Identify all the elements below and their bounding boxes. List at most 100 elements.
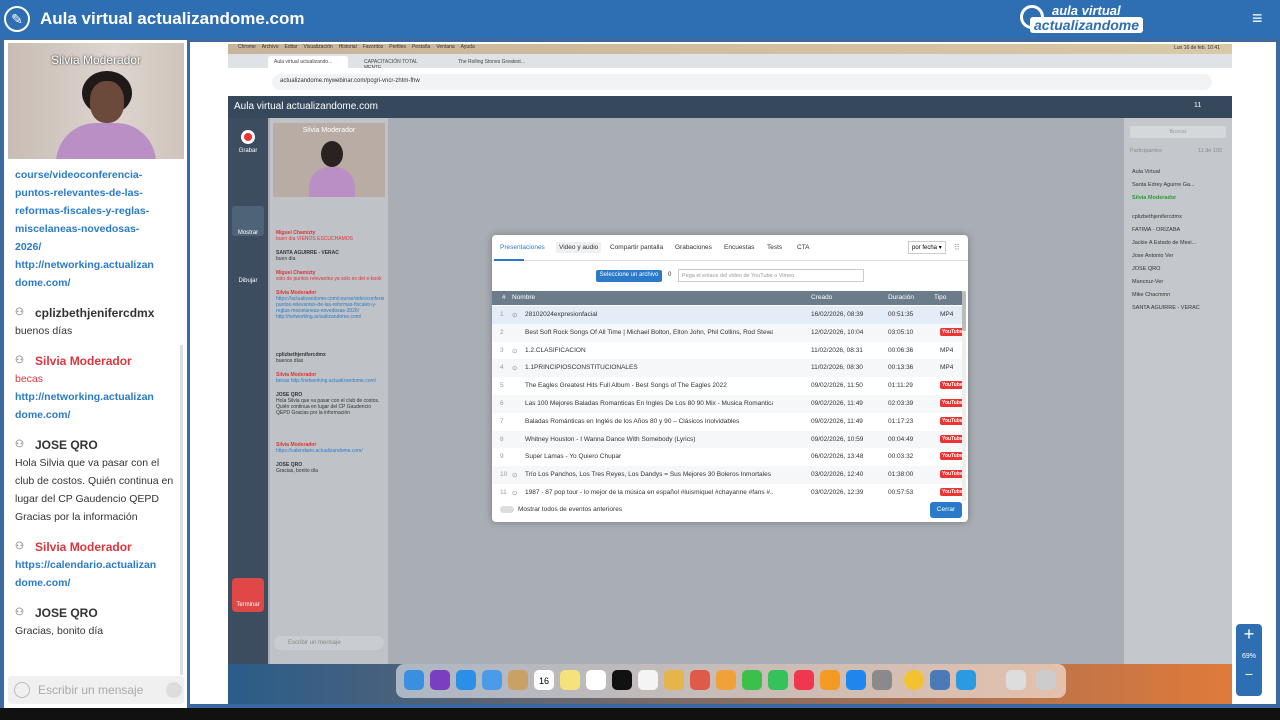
photos-icon[interactable] <box>716 670 736 690</box>
table-row[interactable]: 6 Las 100 Mejores Baladas Romanticas En I… <box>492 395 964 413</box>
row-number: 3 <box>500 346 504 354</box>
siri-icon[interactable] <box>430 670 450 690</box>
books-icon[interactable] <box>820 670 840 690</box>
chat-link[interactable]: http://networking.actualizan dome.com/ <box>15 256 180 292</box>
tab-cta[interactable]: CTA <box>797 244 810 251</box>
table-row[interactable]: 4 ⊙ 1.1PRINCIPIOSCONSTITUCIONALES 11/02/202… <box>492 359 964 378</box>
inner-chat-input[interactable]: Escribir un mensaje <box>274 636 384 650</box>
chat-scrollbar[interactable] <box>180 345 183 675</box>
end-button[interactable]: Terminar <box>228 602 268 608</box>
sort-select[interactable]: por fecha ▾ <box>908 241 946 254</box>
tab-compartir[interactable]: Compartir pantalla <box>610 244 663 251</box>
participant-item[interactable]: Mancruz-Ver <box>1132 276 1200 289</box>
launchpad-icon[interactable] <box>690 670 710 690</box>
freeform-icon[interactable] <box>586 670 606 690</box>
table-row[interactable]: 1 ⊙ 28102024expresionfacial 16/02/2026, 08:… <box>492 306 964 324</box>
mail-icon[interactable] <box>482 670 502 690</box>
zoom-control[interactable]: + 69% − <box>1236 624 1262 696</box>
participant-item[interactable]: Aula Virtual <box>1132 166 1200 179</box>
chat-link[interactable]: http://networking.actualizan dome.com/ <box>15 388 180 424</box>
row-duration: 02:03:39 <box>888 400 914 407</box>
safari-icon[interactable] <box>456 670 476 690</box>
facetime-icon[interactable] <box>768 670 788 690</box>
youtube-icon: YouTube <box>940 327 964 336</box>
show-button[interactable]: Mostrar <box>228 230 268 236</box>
finder-icon[interactable] <box>404 670 424 690</box>
draw-button[interactable]: Dibujar <box>228 278 268 284</box>
participant-item[interactable]: Silvia Moderador <box>1132 192 1200 205</box>
minus-icon[interactable]: − <box>1236 666 1262 682</box>
select-file-button[interactable]: Seleccione un archivo <box>596 270 662 282</box>
tv-icon[interactable] <box>612 670 632 690</box>
table-row[interactable]: 3 ⊙ 1.2.CLASIFICACION 11/02/2026, 08:31 00:0… <box>492 341 964 360</box>
row-number: 9 <box>500 453 504 461</box>
table-row[interactable]: 8 Whitney Houston - I Wanna Dance With So… <box>492 430 964 449</box>
row-duration: 01:11:29 <box>888 382 913 390</box>
participant-item[interactable]: JOSE QRO <box>1132 263 1200 276</box>
participant-item[interactable]: Jose Antonio Ver <box>1132 250 1200 263</box>
participant-item[interactable]: Santa Edrey Aguirre Ga... <box>1132 179 1200 192</box>
video-name-label: Silvia Moderador <box>50 53 142 67</box>
table-row[interactable]: 5 The Eagles Greatest Hits Full Album - B… <box>492 377 964 396</box>
table-row[interactable]: 11 ⊙ 1987 - 87 pop tour - lo mejor de la m… <box>492 484 964 500</box>
show-prev-toggle[interactable] <box>500 506 514 513</box>
quicktime-icon[interactable] <box>956 670 976 690</box>
record-button[interactable]: Grabar <box>228 148 268 154</box>
trash-icon[interactable] <box>1036 670 1056 690</box>
table-scrollbar[interactable] <box>962 291 966 501</box>
tab-tests[interactable]: Tests <box>767 244 782 251</box>
participant-item[interactable]: SANTA AGUIRRE - VERAC <box>1132 302 1200 315</box>
youtube-icon: YouTube <box>940 434 964 443</box>
row-created: 09/02/2026, 11:50 <box>811 382 863 390</box>
close-button[interactable]: Cerrar <box>930 502 962 518</box>
chat-message: becas <box>15 373 44 385</box>
reminders-icon[interactable] <box>638 670 658 690</box>
row-type: MP4 <box>940 364 954 372</box>
settings-icon[interactable] <box>872 670 892 690</box>
participant-item[interactable]: FATIMA - ORIZABA <box>1132 224 1200 237</box>
participant-item[interactable]: Jackie A Estado de Mexi... <box>1132 237 1200 250</box>
plus-icon[interactable]: + <box>1236 624 1262 645</box>
bottom-bar <box>0 708 1280 720</box>
browser-tab[interactable]: CAPACITACIÓN TOTAL MENTE... <box>358 56 438 71</box>
notes-icon[interactable] <box>560 670 580 690</box>
contacts-icon[interactable] <box>508 670 528 690</box>
pencil-icon[interactable]: ✎ <box>4 6 30 32</box>
chat-link[interactable]: course/videoconferencia- puntos-relevant… <box>15 166 180 256</box>
chat-link[interactable]: https://calendario.actualizan dome.com/ <box>15 556 180 592</box>
user-icon: ⚇ <box>15 439 24 450</box>
messages-icon[interactable] <box>742 670 762 690</box>
music-icon[interactable] <box>794 670 814 690</box>
url-field[interactable]: actualizandome.mywebinar.com/pcgri-vncr-… <box>272 74 1212 90</box>
tab-presentaciones[interactable]: Presentaciones <box>500 244 545 251</box>
table-row[interactable]: 7 Baladas Románticas en Inglés de los Año… <box>492 412 964 431</box>
participants-search[interactable]: Buscar <box>1130 126 1226 138</box>
send-icon[interactable] <box>166 682 182 698</box>
menu-icon[interactable]: ≡ <box>1252 8 1263 29</box>
table-row[interactable]: 9 Super Lamas - Yo Quiero Chupar 06/02/202… <box>492 448 964 467</box>
maps-icon[interactable] <box>664 670 684 690</box>
tab-encuestas[interactable]: Encuestas <box>724 244 754 251</box>
downloads-icon[interactable] <box>1006 670 1026 690</box>
zoom-app-icon[interactable] <box>930 670 950 690</box>
video-icon: ⊙ <box>512 490 518 497</box>
row-created: 09/02/2026, 11:49 <box>811 417 863 425</box>
browser-tab[interactable]: The Rolling Stones Greatest... <box>452 56 532 68</box>
browser-tab[interactable]: Aula virtual actualizando... <box>268 56 348 68</box>
tab-video-audio[interactable]: Video y audio <box>556 242 602 253</box>
table-row[interactable]: 2 Best Soft Rock Songs Of All Time | Mich… <box>492 323 964 342</box>
inner-video: Silvia Moderador <box>273 123 385 197</box>
chrome-icon[interactable] <box>904 670 924 690</box>
table-row[interactable]: 10 ⊙ Trío Los Panchos, Los Tres Reyes, Los… <box>492 466 964 485</box>
tab-grabaciones[interactable]: Grabaciones <box>675 244 712 251</box>
calendar-icon[interactable]: 16 <box>534 670 554 690</box>
chat-input[interactable]: Escribir un mensaje <box>8 676 184 704</box>
grid-icon[interactable]: ⠿ <box>954 243 960 252</box>
video-url-input[interactable]: Pega el enlace del video de YouTube o Vi… <box>678 269 864 282</box>
row-name: Trío Los Panchos, Los Tres Reyes, Los Da… <box>525 471 771 479</box>
participant-item[interactable]: Mike Chacmmn <box>1132 289 1200 302</box>
appstore-icon[interactable] <box>846 670 866 690</box>
emoji-icon[interactable] <box>14 682 30 698</box>
participant-item[interactable]: cplizbethjenifercdmx <box>1132 211 1200 224</box>
row-duration: 01:38:00 <box>888 471 914 479</box>
